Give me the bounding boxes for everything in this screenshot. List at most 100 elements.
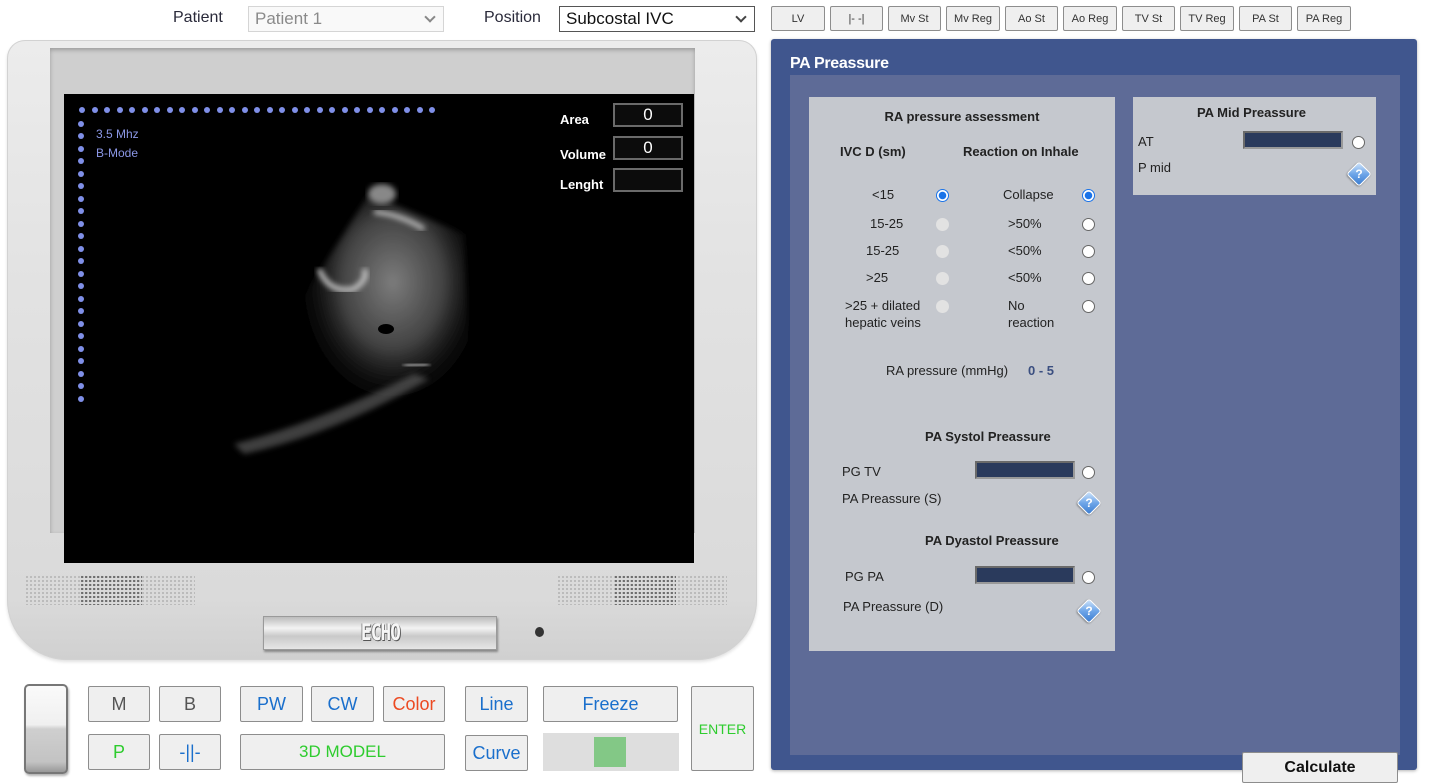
- view-button-tv-reg[interactable]: TV Reg: [1180, 6, 1234, 31]
- p-button[interactable]: P: [88, 734, 150, 770]
- scale-dot: [354, 107, 360, 113]
- pg-pa-input[interactable]: [975, 566, 1075, 584]
- help-icon[interactable]: ?: [1076, 598, 1102, 624]
- scale-dot: [78, 333, 84, 339]
- scale-dot: [91, 107, 98, 113]
- mode-m-button[interactable]: M: [88, 686, 150, 722]
- volume-label: Volume: [560, 147, 606, 162]
- scale-dot: [78, 283, 84, 289]
- scale-dot: [78, 370, 84, 377]
- pg-tv-input[interactable]: [975, 461, 1075, 479]
- panel-body: RA pressure assessment IVC D (sm) Reacti…: [790, 75, 1400, 783]
- scale-dot: [78, 308, 84, 314]
- reaction-radio[interactable]: [1082, 218, 1095, 231]
- at-input[interactable]: [1243, 131, 1343, 149]
- ivc-option-label: 15-25: [866, 243, 900, 258]
- depth-scale-top: [79, 107, 435, 113]
- scale-dot: [78, 345, 84, 352]
- pw-button[interactable]: PW: [240, 686, 303, 722]
- view-button-caliper[interactable]: |- -|: [830, 6, 883, 31]
- mode-label: B-Mode: [96, 146, 139, 160]
- enter-button[interactable]: ENTER: [691, 686, 754, 771]
- scale-dot: [78, 258, 84, 264]
- help-icon[interactable]: ?: [1346, 161, 1372, 187]
- ivc-radio[interactable]: [936, 300, 949, 313]
- curve-button[interactable]: Curve: [465, 735, 528, 771]
- scale-dot: [404, 107, 410, 113]
- ivc-radio[interactable]: [936, 272, 949, 285]
- pa-pressure-s-label: PA Preassure (S): [842, 491, 942, 506]
- freeze-button[interactable]: Freeze: [543, 686, 678, 722]
- pg-tv-radio[interactable]: [1082, 466, 1095, 479]
- mode-b-button[interactable]: B: [159, 686, 221, 722]
- scale-dot: [78, 358, 84, 364]
- patient-select[interactable]: Patient 1: [248, 6, 444, 32]
- view-button-tv-st[interactable]: TV St: [1122, 6, 1175, 31]
- color-button[interactable]: Color: [383, 686, 445, 722]
- view-button-pa-reg[interactable]: PA Reg: [1297, 6, 1351, 31]
- pg-tv-label: PG TV: [842, 464, 881, 479]
- view-button-mv-st[interactable]: Mv St: [888, 6, 941, 31]
- view-button-pa-st[interactable]: PA St: [1239, 6, 1292, 31]
- ivc-option-label: <15: [872, 187, 895, 202]
- caliper-button[interactable]: -||-: [159, 734, 221, 770]
- position-select[interactable]: Subcostal IVC: [559, 6, 755, 32]
- view-button-mv-reg[interactable]: Mv Reg: [946, 6, 1000, 31]
- scale-dot: [191, 107, 198, 113]
- scale-dot: [241, 107, 248, 113]
- reaction-radio[interactable]: [1082, 300, 1095, 313]
- scale-dot: [78, 320, 84, 327]
- position-label: Position: [484, 9, 541, 26]
- speaker-left-core: [80, 575, 142, 605]
- reaction-option-label: >50%: [1008, 216, 1042, 231]
- calculate-button[interactable]: Calculate: [1242, 752, 1398, 783]
- area-label: Area: [560, 112, 589, 127]
- scale-dot: [78, 133, 84, 139]
- ra-result-value: 0 - 5: [1028, 363, 1055, 378]
- scale-dot: [141, 107, 148, 113]
- ivc-option-label: >25: [866, 270, 889, 285]
- reaction-radio[interactable]: [1082, 245, 1095, 258]
- frame-slider-thumb[interactable]: [594, 737, 626, 767]
- scale-dot: [129, 107, 135, 113]
- at-radio[interactable]: [1352, 136, 1365, 149]
- scale-dot: [78, 395, 84, 402]
- ultrasound-image-icon: [234, 184, 469, 454]
- ivc-radio[interactable]: [936, 245, 949, 258]
- pg-pa-radio[interactable]: [1082, 571, 1095, 584]
- view-button-ao-st[interactable]: Ao St: [1005, 6, 1058, 31]
- help-icon[interactable]: ?: [1076, 490, 1102, 516]
- ra-pressure-card: RA pressure assessment IVC D (sm) Reacti…: [809, 97, 1115, 651]
- scale-dot: [366, 107, 373, 113]
- view-button-ao-reg[interactable]: Ao Reg: [1063, 6, 1117, 31]
- scale-dot: [266, 107, 273, 113]
- scale-dot: [78, 208, 84, 214]
- scale-dot: [78, 233, 84, 239]
- ivc-radio[interactable]: [936, 189, 949, 202]
- power-led-icon: [535, 627, 544, 637]
- frame-slider[interactable]: [543, 733, 679, 771]
- scale-dot: [279, 107, 285, 113]
- frequency-label: 3.5 Mhz: [96, 127, 139, 141]
- reaction-option-label-cont: reaction: [1008, 315, 1055, 330]
- scale-dot: [78, 383, 84, 389]
- power-switch[interactable]: [24, 684, 68, 774]
- scale-dot: [416, 107, 423, 113]
- scale-dot: [429, 107, 435, 113]
- ra-card-title: RA pressure assessment: [884, 109, 1040, 124]
- reaction-radio[interactable]: [1082, 189, 1095, 202]
- 3d-model-button[interactable]: 3D MODEL: [240, 734, 445, 770]
- p-mid-label: P mid: [1138, 160, 1171, 175]
- cw-button[interactable]: CW: [311, 686, 374, 722]
- speaker-right-core: [614, 575, 676, 605]
- systol-title: PA Systol Preassure: [925, 429, 1051, 444]
- scale-dot: [78, 220, 84, 227]
- reaction-radio[interactable]: [1082, 272, 1095, 285]
- ivc-radio[interactable]: [936, 218, 949, 231]
- view-button-lv[interactable]: LV: [771, 6, 825, 31]
- line-button[interactable]: Line: [465, 686, 528, 722]
- panel-title: PA Preassure: [790, 55, 889, 72]
- reaction-option-label: Collapse: [1003, 187, 1054, 202]
- chevron-down-icon: [424, 10, 436, 23]
- length-value: [613, 168, 683, 192]
